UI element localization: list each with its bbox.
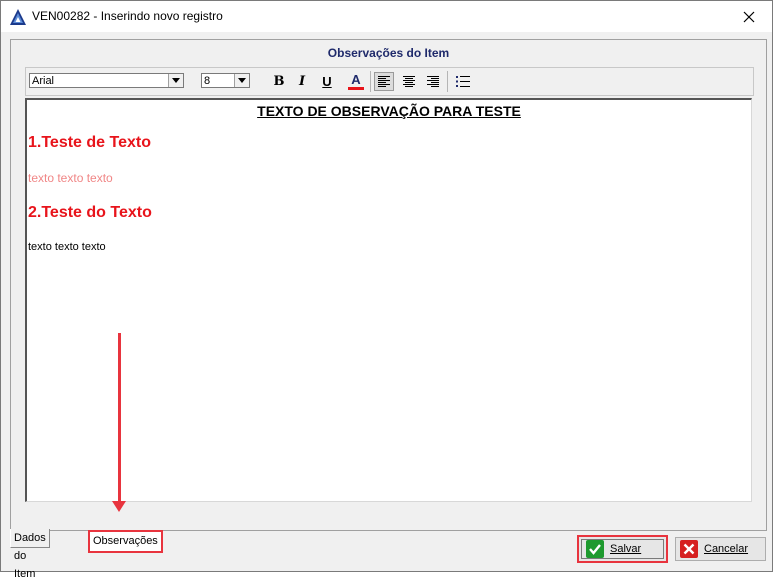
window-title: VEN00282 - Inserindo novo registro: [32, 9, 223, 23]
italic-button[interactable]: I: [292, 72, 312, 91]
toolbar-separator: [447, 71, 448, 92]
bullet-list-icon: [456, 76, 470, 87]
annotation-arrow-head: [112, 501, 126, 512]
annotation-arrow: [118, 333, 121, 503]
document-paragraph-1: texto texto texto: [28, 171, 113, 185]
align-right-icon: [427, 76, 439, 87]
document-heading: TEXTO DE OBSERVAÇÃO PARA TESTE: [257, 103, 521, 119]
underline-button[interactable]: U: [317, 72, 337, 91]
checkmark-icon: [586, 540, 604, 558]
cancel-label: Cancelar: [704, 543, 749, 555]
italic-icon: I: [298, 74, 306, 89]
panel-caption: Observações do Item: [327, 46, 450, 60]
rich-text-editor[interactable]: TEXTO DE OBSERVAÇÃO PARA TESTE 1.Teste d…: [25, 98, 752, 502]
font-family-value: Arial: [32, 75, 55, 87]
save-label: Salvar: [610, 543, 642, 555]
cancel-button[interactable]: Cancelar: [675, 537, 766, 561]
align-center-button[interactable]: [399, 72, 419, 91]
font-color-button[interactable]: A: [346, 72, 366, 91]
observations-panel: Observações do Item Arial 8 B I U A TEXT…: [10, 39, 767, 531]
dialog-window: VEN00282 - Inserindo novo registro Obser…: [0, 0, 773, 580]
close-button[interactable]: [726, 1, 772, 32]
save-button[interactable]: Salvar: [577, 535, 668, 563]
toolbar-separator: [370, 71, 371, 92]
font-color-swatch: [348, 86, 364, 90]
document-section-2-title: 2.Teste do Texto: [28, 204, 152, 221]
chevron-down-icon[interactable]: [168, 74, 183, 87]
close-icon: [743, 11, 755, 22]
font-color-icon: A: [351, 71, 361, 87]
underline-icon: U: [322, 74, 332, 89]
title-bar: VEN00282 - Inserindo novo registro: [1, 1, 772, 32]
font-size-value: 8: [204, 75, 211, 87]
app-logo-icon: [10, 9, 26, 25]
tab-observacoes[interactable]: Observações: [88, 530, 163, 553]
formatting-toolbar: Arial 8 B I U A: [25, 67, 754, 96]
align-right-button[interactable]: [423, 72, 443, 91]
bold-button[interactable]: B: [269, 72, 289, 91]
bold-icon: B: [273, 74, 285, 89]
cancel-icon: [680, 540, 698, 558]
tab-dados-do-item[interactable]: Dados do Item: [10, 529, 50, 580]
align-left-icon: [378, 76, 390, 87]
align-center-icon: [403, 76, 415, 87]
font-size-select[interactable]: 8: [201, 73, 250, 88]
document-paragraph-2: texto texto texto: [28, 241, 106, 253]
chevron-down-icon[interactable]: [234, 74, 249, 87]
bullet-list-button[interactable]: [453, 72, 473, 91]
align-left-button[interactable]: [374, 72, 394, 91]
document-section-1-title: 1.Teste de Texto: [28, 134, 151, 151]
font-family-select[interactable]: Arial: [29, 73, 184, 88]
